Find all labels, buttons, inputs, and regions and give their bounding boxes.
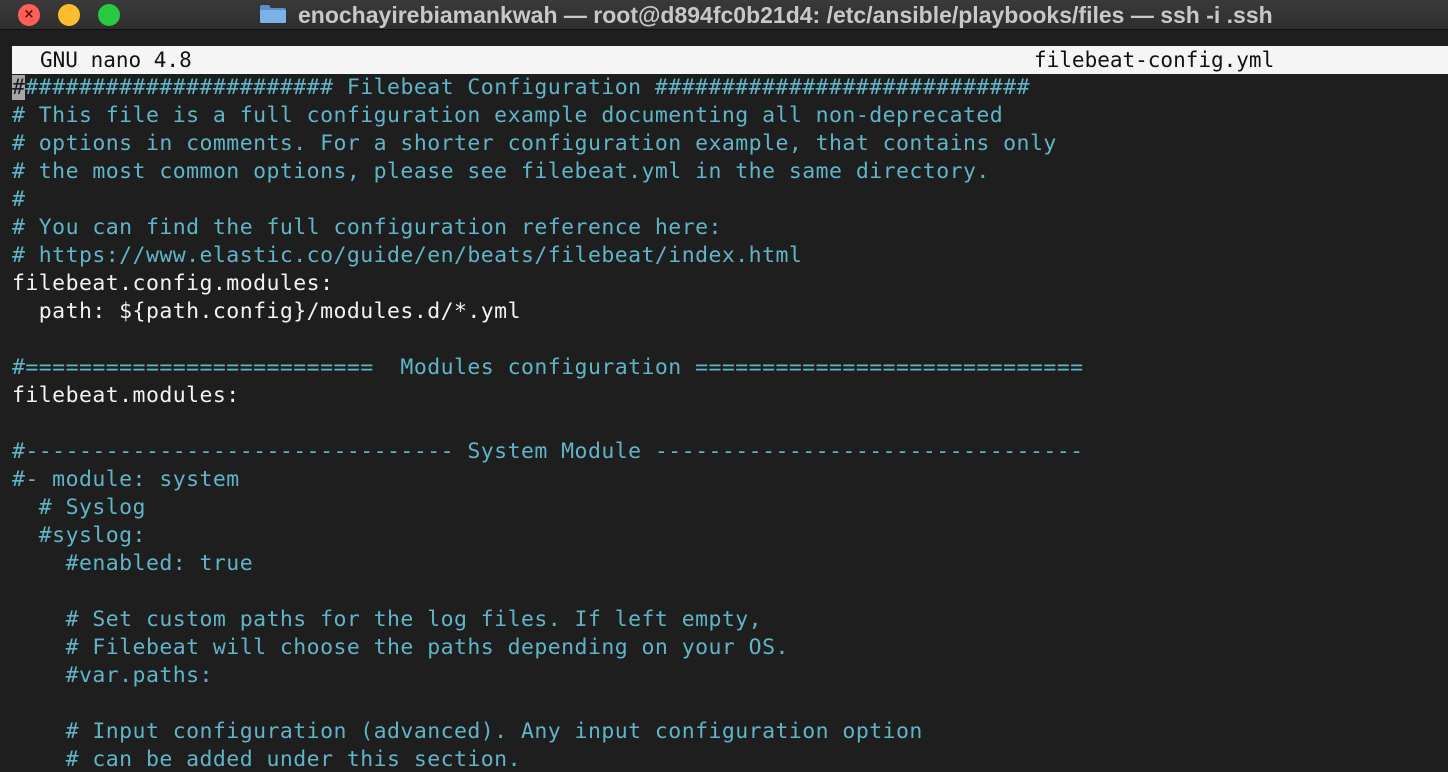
close-icon: × <box>23 7 35 22</box>
editor-line: # options in comments. For a shorter con… <box>12 131 1057 156</box>
editor-line: # can be added under this section. <box>12 747 521 772</box>
editor-line: # This file is a full configuration exam… <box>12 103 1004 128</box>
editor-line: # Set custom paths for the log files. If… <box>12 607 763 632</box>
editor-text-area[interactable]: ######################## Filebeat Config… <box>12 74 1448 772</box>
text-cursor: # <box>12 75 26 100</box>
folder-icon <box>260 5 286 23</box>
editor-line: #-------------------------------- System… <box>12 439 1084 464</box>
minimize-window-button[interactable] <box>58 4 80 26</box>
window-title: enochayirebiamankwah — root@d894fc0b21d4… <box>298 2 1273 28</box>
editor-line: filebeat.config.modules: <box>12 271 334 296</box>
editor-line: # Filebeat will choose the paths dependi… <box>12 635 789 660</box>
editor-line: #- module: system <box>12 467 240 492</box>
editor-line: #syslog: <box>12 523 146 548</box>
nano-header-bar: GNU nano 4.8 filebeat-config.yml <box>12 46 1448 74</box>
editor-line: #========================== Modules conf… <box>12 355 1084 380</box>
editor-line: # You can find the full configuration re… <box>12 215 722 240</box>
editor-line: ######################## Filebeat Config… <box>12 75 1030 100</box>
editor-line: # Syslog <box>12 495 146 520</box>
editor-line: path: ${path.config}/modules.d/*.yml <box>12 299 521 324</box>
editor-line: #var.paths: <box>12 663 213 688</box>
window-titlebar: × enochayirebiamankwah — root@d894fc0b21… <box>0 0 1448 30</box>
maximize-window-button[interactable] <box>98 4 120 26</box>
editor-line: # https://www.elastic.co/guide/en/beats/… <box>12 243 803 268</box>
terminal-pane[interactable]: GNU nano 4.8 filebeat-config.yml #######… <box>0 30 1448 772</box>
close-window-button[interactable]: × <box>18 4 40 26</box>
editor-line: filebeat.modules: <box>12 383 240 408</box>
editor-line: # <box>12 187 26 212</box>
nano-filename-label: filebeat-config.yml <box>1034 48 1275 72</box>
editor-line: # Input configuration (advanced). Any in… <box>12 719 923 744</box>
nano-version-label: GNU nano 4.8 <box>40 48 192 72</box>
editor-line: #enabled: true <box>12 551 254 576</box>
editor-line: # the most common options, please see fi… <box>12 159 990 184</box>
